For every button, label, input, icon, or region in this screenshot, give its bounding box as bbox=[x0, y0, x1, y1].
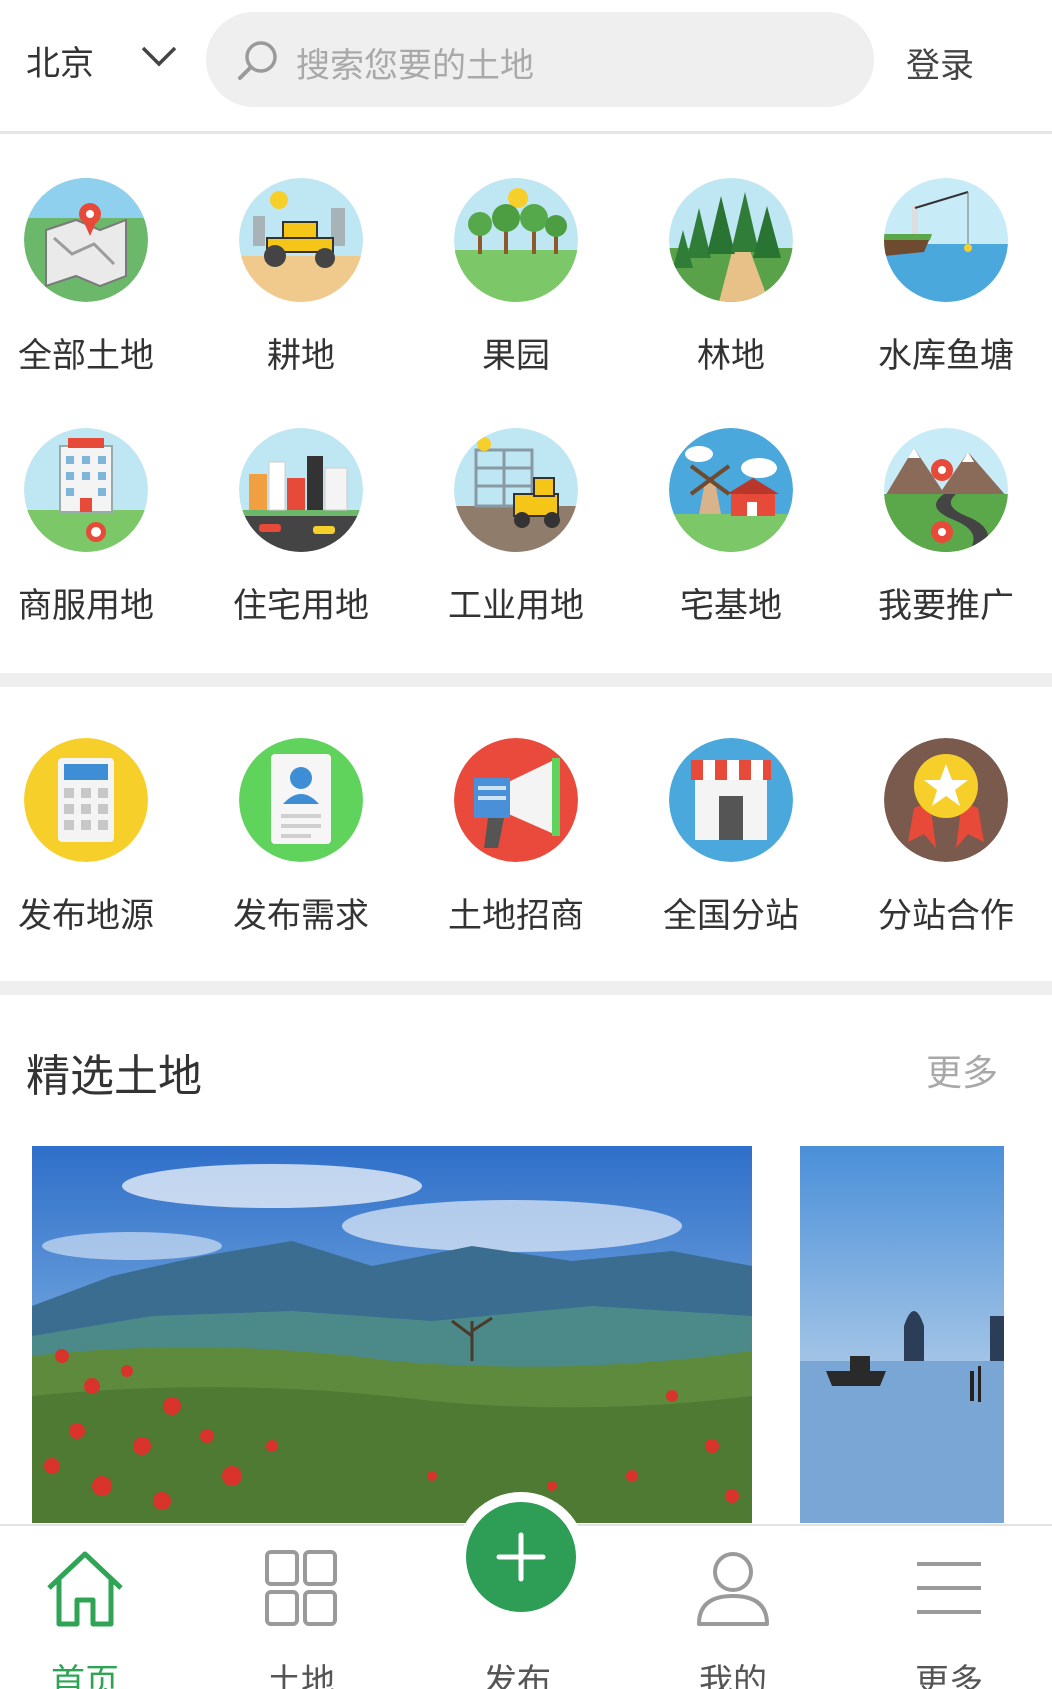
storefront-icon bbox=[669, 738, 793, 862]
nav-mine[interactable]: 我的 bbox=[628, 1526, 838, 1689]
category-label: 住宅用地 bbox=[233, 586, 369, 626]
nav-label: 我的 bbox=[699, 1662, 767, 1689]
service-label: 全国分站 bbox=[663, 896, 799, 936]
login-button[interactable]: 登录 bbox=[906, 38, 974, 87]
mountain-landscape-image bbox=[32, 1146, 752, 1523]
nav-label: 更多 bbox=[915, 1662, 983, 1689]
category-fish-pond[interactable]: 水库鱼塘 bbox=[841, 178, 1051, 377]
category-label: 商服用地 bbox=[18, 586, 154, 626]
nav-label: 首页 bbox=[51, 1662, 119, 1689]
featured-title: 精选土地 bbox=[26, 1051, 202, 1102]
category-homestead[interactable]: 宅基地 bbox=[626, 428, 836, 627]
city-icon bbox=[239, 428, 363, 552]
contact-card-icon bbox=[239, 738, 363, 862]
medal-icon bbox=[884, 738, 1008, 862]
service-label: 分站合作 bbox=[878, 896, 1014, 936]
roller-icon bbox=[239, 178, 363, 302]
featured-card-mountain[interactable] bbox=[32, 1146, 752, 1523]
featured-card-seaside[interactable] bbox=[800, 1146, 1004, 1523]
chevron-down-icon[interactable] bbox=[140, 44, 178, 70]
nav-label: 发布 bbox=[483, 1662, 551, 1689]
service-label: 土地招商 bbox=[448, 896, 584, 936]
nav-more[interactable]: 更多 bbox=[844, 1526, 1052, 1689]
category-label: 水库鱼塘 bbox=[878, 336, 1014, 376]
plus-icon bbox=[496, 1532, 546, 1582]
orchard-icon bbox=[454, 178, 578, 302]
seaside-city-image bbox=[800, 1146, 1004, 1523]
city-selector[interactable]: 北京 bbox=[26, 36, 94, 85]
category-promote[interactable]: 我要推广 bbox=[841, 428, 1051, 627]
category-label: 果园 bbox=[482, 336, 550, 376]
nav-label: 土地 bbox=[267, 1662, 335, 1689]
service-branch-cooperation[interactable]: 分站合作 bbox=[841, 738, 1051, 937]
calculator-icon bbox=[24, 738, 148, 862]
hotel-icon bbox=[24, 428, 148, 552]
service-land-investment[interactable]: 土地招商 bbox=[411, 738, 621, 937]
top-bar: 北京 搜索您要的土地 登录 bbox=[0, 0, 1052, 134]
category-all-land[interactable]: 全部土地 bbox=[0, 178, 191, 377]
user-icon bbox=[697, 1552, 769, 1626]
category-label: 全部土地 bbox=[18, 336, 154, 376]
featured-more-link[interactable]: 更多 bbox=[926, 1044, 998, 1096]
windmill-farm-icon bbox=[669, 428, 793, 552]
search-input[interactable]: 搜索您要的土地 bbox=[206, 12, 874, 107]
section-divider bbox=[0, 673, 1052, 687]
fishing-pond-icon bbox=[884, 178, 1008, 302]
search-placeholder: 搜索您要的土地 bbox=[296, 46, 534, 86]
service-publish-demand[interactable]: 发布需求 bbox=[196, 738, 406, 937]
category-industrial[interactable]: 工业用地 bbox=[411, 428, 621, 627]
category-residential[interactable]: 住宅用地 bbox=[196, 428, 406, 627]
mountain-road-icon bbox=[884, 428, 1008, 552]
category-label: 宅基地 bbox=[680, 586, 782, 626]
menu-icon bbox=[917, 1562, 981, 1614]
industry-icon bbox=[454, 428, 578, 552]
service-label: 发布需求 bbox=[233, 896, 369, 936]
category-forest[interactable]: 林地 bbox=[626, 178, 836, 377]
megaphone-icon bbox=[454, 738, 578, 862]
grid-icon bbox=[265, 1550, 337, 1626]
category-farmland[interactable]: 耕地 bbox=[196, 178, 406, 377]
search-icon bbox=[238, 41, 277, 80]
nav-home[interactable]: 首页 bbox=[0, 1526, 190, 1689]
section-divider bbox=[0, 981, 1052, 995]
forest-icon bbox=[669, 178, 793, 302]
service-publish-land[interactable]: 发布地源 bbox=[0, 738, 191, 937]
nav-land[interactable]: 土地 bbox=[196, 1526, 406, 1689]
category-label: 工业用地 bbox=[448, 586, 584, 626]
home-icon bbox=[47, 1551, 123, 1627]
service-label: 发布地源 bbox=[18, 896, 154, 936]
category-label: 我要推广 bbox=[878, 586, 1014, 626]
map-pin-icon bbox=[24, 178, 148, 302]
category-commercial[interactable]: 商服用地 bbox=[0, 428, 191, 627]
service-national-branches[interactable]: 全国分站 bbox=[626, 738, 836, 937]
publish-button[interactable] bbox=[466, 1502, 576, 1612]
category-orchard[interactable]: 果园 bbox=[411, 178, 621, 377]
category-label: 耕地 bbox=[267, 336, 335, 376]
category-label: 林地 bbox=[697, 336, 765, 376]
